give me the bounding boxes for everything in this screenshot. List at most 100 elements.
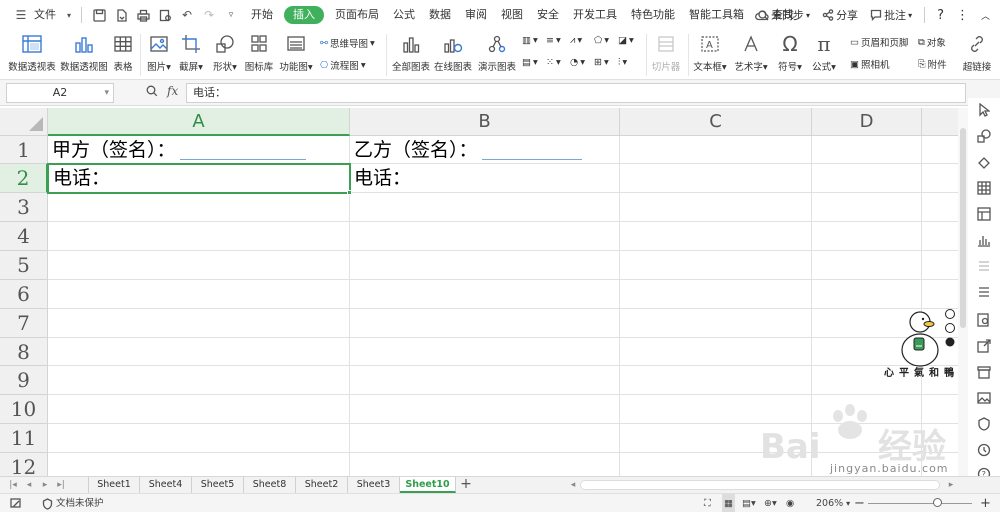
demo-chart-button[interactable]: 演示图表 bbox=[476, 30, 518, 73]
radar-chart-dropdown[interactable]: ⬠ ▾ bbox=[594, 35, 609, 46]
grid-cell[interactable] bbox=[812, 136, 922, 164]
table-style-icon[interactable] bbox=[974, 178, 994, 198]
collapse-ribbon-icon[interactable]: ︿ bbox=[975, 9, 1000, 22]
fill-handle[interactable] bbox=[347, 190, 352, 195]
row-header-1[interactable]: 1 bbox=[0, 136, 48, 164]
find-icon[interactable] bbox=[974, 310, 994, 330]
mind-map-button[interactable]: ⚯ 思维导图 ▾ bbox=[320, 36, 375, 51]
row-header-5[interactable]: 5 bbox=[0, 251, 48, 280]
pivot-chart-button[interactable]: 数据透视图 bbox=[58, 30, 110, 73]
sync-status-button[interactable]: 未同步 ▾ bbox=[749, 7, 816, 23]
grid-cell[interactable] bbox=[922, 136, 958, 164]
column-header-d[interactable]: D bbox=[812, 108, 922, 136]
grid-cell[interactable] bbox=[48, 222, 350, 251]
grid-cell[interactable] bbox=[350, 424, 620, 453]
column-header-a[interactable]: A bbox=[48, 108, 350, 136]
tab-smart-toolbox[interactable]: 智能工具箱 bbox=[682, 0, 751, 30]
shapes-icon[interactable] bbox=[974, 126, 994, 146]
comment-button[interactable]: 批注 ▾ bbox=[864, 7, 918, 23]
history-icon[interactable] bbox=[974, 440, 994, 460]
grid-cell[interactable] bbox=[350, 251, 620, 280]
grid-cell[interactable] bbox=[48, 338, 350, 366]
hyperlink-button[interactable]: 超链接 bbox=[958, 30, 996, 73]
next-sheet-icon[interactable]: ▸ bbox=[38, 477, 52, 493]
combo-chart-dropdown[interactable]: ⊞ ▾ bbox=[594, 57, 609, 68]
grid-cell[interactable] bbox=[922, 164, 958, 193]
scroll-right-icon[interactable]: ▸ bbox=[944, 477, 958, 493]
tab-review[interactable]: 审阅 bbox=[458, 0, 494, 30]
row-header-2[interactable]: 2 bbox=[0, 164, 48, 193]
sheet-tab-sheet8[interactable]: Sheet8 bbox=[244, 477, 296, 493]
attachment-button[interactable]: ⎘ 附件 bbox=[918, 57, 947, 72]
slicer-button[interactable]: 切片器 bbox=[650, 30, 682, 73]
symbol-button[interactable]: Ω 符号▾ bbox=[774, 30, 806, 73]
textbox-button[interactable]: A 文本框▾ bbox=[692, 30, 728, 73]
grid-cell[interactable] bbox=[350, 366, 620, 395]
pie-chart-dropdown[interactable]: ◔ ▾ bbox=[570, 57, 585, 68]
object-button[interactable]: ⧉ 对象 bbox=[918, 35, 946, 50]
shape-button[interactable]: 形状▾ bbox=[210, 30, 240, 73]
name-box[interactable]: A2 ▾ bbox=[6, 83, 114, 103]
cell-a1[interactable]: 甲方（签名）： bbox=[48, 136, 350, 164]
redo-icon[interactable]: ↷ bbox=[198, 0, 220, 30]
grid-cell[interactable] bbox=[48, 309, 350, 338]
sheet-tab-sheet3[interactable]: Sheet3 bbox=[348, 477, 400, 493]
zoom-slider-thumb[interactable] bbox=[933, 498, 942, 507]
bar-chart-dropdown[interactable]: ≡ ▾ bbox=[546, 35, 561, 46]
grid-cell[interactable] bbox=[812, 222, 922, 251]
grid-cell[interactable] bbox=[620, 366, 812, 395]
grid-cell[interactable] bbox=[620, 136, 812, 164]
grid-cell[interactable] bbox=[350, 338, 620, 366]
grid-cell[interactable] bbox=[350, 309, 620, 338]
tab-insert[interactable]: 插入 bbox=[284, 6, 324, 24]
scrollbar-thumb[interactable] bbox=[960, 128, 966, 328]
grid-cell[interactable] bbox=[922, 251, 958, 280]
grid-cell[interactable] bbox=[620, 222, 812, 251]
macro-record-icon[interactable] bbox=[10, 494, 22, 512]
add-sheet-button[interactable]: + bbox=[458, 477, 474, 493]
equation-button[interactable]: π 公式▾ bbox=[808, 30, 840, 73]
sheet-tab-sheet2[interactable]: Sheet2 bbox=[296, 477, 348, 493]
tab-data[interactable]: 数据 bbox=[422, 0, 458, 30]
document-protection-status[interactable]: 文档未保护 bbox=[42, 494, 104, 512]
grid-cell[interactable] bbox=[620, 280, 812, 309]
grid-cell[interactable] bbox=[812, 164, 922, 193]
sheet-tab-sheet4[interactable]: Sheet4 bbox=[140, 477, 192, 493]
sheet-list-icon[interactable] bbox=[974, 256, 994, 276]
column-header-b[interactable]: B bbox=[350, 108, 620, 136]
picture-button[interactable]: 图片▾ bbox=[144, 30, 174, 73]
image-pane-icon[interactable] bbox=[974, 388, 994, 408]
customize-quick-access-icon[interactable]: ▿ bbox=[220, 0, 242, 30]
wordart-button[interactable]: 艺术字▾ bbox=[732, 30, 770, 73]
row-header-7[interactable]: 7 bbox=[0, 309, 48, 338]
tab-security[interactable]: 安全 bbox=[530, 0, 566, 30]
column-header-e[interactable] bbox=[922, 108, 958, 136]
data-table-icon[interactable] bbox=[974, 204, 994, 224]
grid-cell[interactable] bbox=[48, 251, 350, 280]
row-header-8[interactable]: 8 bbox=[0, 338, 48, 366]
grid-cell[interactable] bbox=[350, 395, 620, 424]
last-sheet-icon[interactable]: ▸| bbox=[54, 477, 68, 493]
all-charts-button[interactable]: 全部图表 bbox=[390, 30, 432, 73]
cell-b2[interactable]: 电话： bbox=[350, 164, 620, 193]
fill-bucket-icon[interactable] bbox=[974, 152, 994, 172]
more-options-icon[interactable]: ⋮ bbox=[950, 8, 975, 23]
sheet-tab-sheet10[interactable]: Sheet10 bbox=[400, 477, 456, 493]
tab-developer[interactable]: 开发工具 bbox=[566, 0, 624, 30]
row-header-10[interactable]: 10 bbox=[0, 395, 48, 424]
screenshot-button[interactable]: 截屏▾ bbox=[176, 30, 206, 73]
undo-icon[interactable]: ↶ bbox=[176, 0, 198, 30]
grid-cell[interactable] bbox=[620, 251, 812, 280]
flowchart-button[interactable]: ⎔ 流程图 ▾ bbox=[320, 58, 366, 73]
stock-chart-dropdown[interactable]: ▤ ▾ bbox=[522, 57, 538, 68]
grid-cell[interactable] bbox=[48, 193, 350, 222]
grid-cell[interactable] bbox=[620, 338, 812, 366]
page-break-view-icon[interactable]: ⊕▾ bbox=[764, 494, 777, 512]
online-chart-button[interactable]: 在线图表 bbox=[432, 30, 474, 73]
tab-home[interactable]: 开始 bbox=[244, 0, 280, 30]
prev-sheet-icon[interactable]: ◂ bbox=[22, 477, 36, 493]
icon-library-button[interactable]: 图标库 bbox=[244, 30, 274, 73]
zoom-in-button[interactable]: + bbox=[980, 494, 991, 512]
grid-cell[interactable] bbox=[48, 280, 350, 309]
export-pdf-icon[interactable] bbox=[110, 0, 132, 30]
